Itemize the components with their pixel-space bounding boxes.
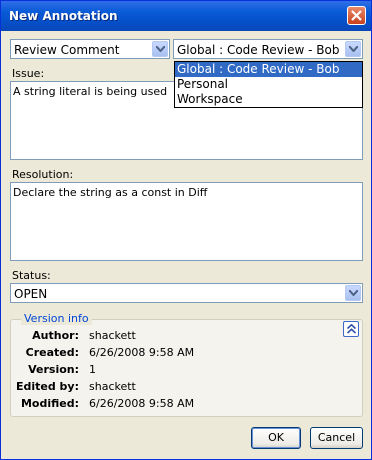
chevron-down-icon [349,290,358,296]
author-value: shackett [89,329,136,342]
modified-key: Modified: [20,397,79,410]
status-select[interactable]: OPEN [10,283,363,303]
ok-button[interactable]: OK [251,427,301,449]
double-chevron-up-icon [347,324,356,334]
close-icon [351,10,362,21]
title-bar[interactable]: New Annotation [1,1,371,31]
modified-value: 6/26/2008 9:58 AM [89,397,195,410]
issue-text: A string literal is being used [13,85,168,98]
annotation-type-dropdown-button[interactable] [152,41,168,57]
chevron-down-icon [349,46,358,52]
scope-option-global[interactable]: Global : Code Review - Bob [175,62,362,77]
author-key: Author: [32,329,79,342]
scope-option-personal[interactable]: Personal [175,77,362,92]
status-label: Status: [12,269,51,282]
edited-by-value: shackett [89,380,136,393]
status-value: OPEN [14,287,48,301]
resolution-text: Declare the string as a const in Diff [13,186,208,199]
issue-label: Issue: [12,67,45,80]
version-info-legend: Version info [21,312,92,325]
version-value: 1 [89,363,96,376]
annotation-type-value: Review Comment [14,43,120,57]
cancel-button[interactable]: Cancel [310,427,363,449]
created-key: Created: [25,346,79,359]
window-title: New Annotation [9,9,118,23]
chevron-down-icon [156,46,165,52]
version-key: Version: [28,363,79,376]
resolution-textarea[interactable]: Declare the string as a const in Diff [10,182,363,261]
annotation-type-select[interactable]: Review Comment [10,39,170,59]
scope-value: Global : Code Review - Bob [177,43,340,57]
dialog-window: New Annotation Review Comment Global : C… [0,0,372,460]
scope-dropdown-list: Global : Code Review - Bob Personal Work… [174,61,363,108]
collapse-button[interactable] [343,321,359,337]
resolution-label: Resolution: [12,168,74,181]
edited-by-key: Edited by: [15,380,79,393]
status-dropdown-button[interactable] [345,285,361,301]
close-button[interactable] [347,6,366,25]
scope-option-workspace[interactable]: Workspace [175,92,362,107]
created-value: 6/26/2008 9:58 AM [89,346,195,359]
scope-select[interactable]: Global : Code Review - Bob [173,39,363,59]
scope-dropdown-button[interactable] [345,41,361,57]
